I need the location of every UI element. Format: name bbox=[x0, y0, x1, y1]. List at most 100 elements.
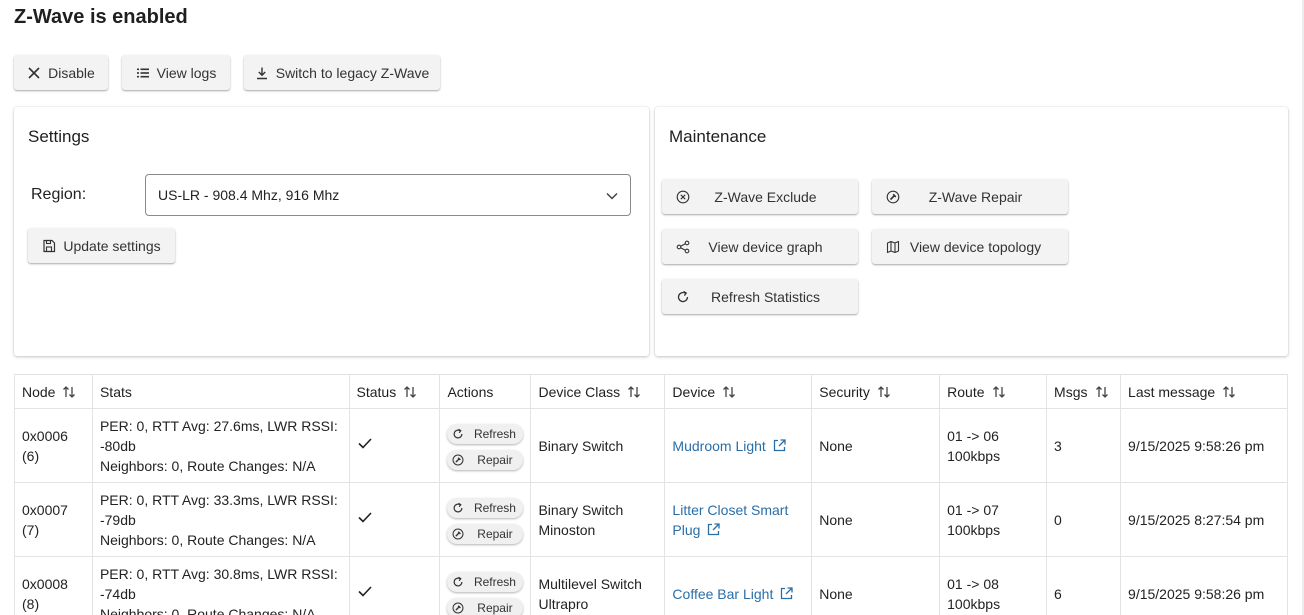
view-logs-button[interactable]: View logs bbox=[122, 55, 230, 90]
node-number: (8) bbox=[22, 595, 40, 612]
col-header-msgs[interactable]: Msgs bbox=[1046, 374, 1122, 409]
switch-legacy-button[interactable]: Switch to legacy Z-Wave bbox=[244, 55, 440, 90]
check-icon bbox=[357, 512, 372, 523]
sort-icon bbox=[877, 385, 890, 398]
route-cell: 01 -> 07 100kbps bbox=[939, 482, 1048, 557]
table-row: 0x0006 (6) PER: 0, RTT Avg: 27.6ms, LWR R… bbox=[14, 408, 1288, 483]
sort-icon bbox=[1223, 385, 1236, 398]
col-header-node-label: Node bbox=[22, 383, 56, 400]
stats-line-2: -79db bbox=[99, 511, 136, 528]
device-link[interactable]: Mudroom Light bbox=[672, 438, 786, 454]
device-name-line-2: Plug bbox=[672, 521, 701, 538]
sort-icon bbox=[628, 385, 641, 398]
repair-node-button[interactable]: Repair bbox=[447, 450, 524, 470]
device-class-cell: Binary Switch bbox=[530, 408, 666, 483]
device-name-line-1: Coffee Bar Light bbox=[672, 585, 774, 602]
close-icon bbox=[28, 66, 40, 79]
view-device-topology-button[interactable]: View device topology bbox=[872, 229, 1068, 264]
sort-icon bbox=[1095, 385, 1108, 398]
stats-line-3: Neighbors: 0, Route Changes: N/A bbox=[99, 605, 316, 615]
disable-button[interactable]: Disable bbox=[14, 55, 108, 90]
col-header-status[interactable]: Status bbox=[348, 374, 441, 409]
status-cell bbox=[348, 408, 441, 483]
security-cell: None bbox=[811, 556, 941, 615]
col-header-msgs-label: Msgs bbox=[1054, 383, 1088, 400]
col-header-security[interactable]: Security bbox=[811, 374, 941, 409]
msgs-cell: 0 bbox=[1046, 482, 1122, 557]
region-select[interactable]: US-LR - 908.4 Mhz, 916 Mhz bbox=[145, 174, 631, 216]
view-device-graph-button[interactable]: View device graph bbox=[662, 229, 858, 264]
region-value: US-LR - 908.4 Mhz, 916 Mhz bbox=[158, 187, 340, 203]
refresh-node-button[interactable]: Refresh bbox=[447, 572, 524, 592]
update-settings-button[interactable]: Update settings bbox=[28, 228, 175, 263]
device-cell: Coffee Bar Light bbox=[664, 556, 813, 615]
node-cell: 0x0007 (7) bbox=[14, 482, 93, 557]
device-link[interactable]: Litter Closet Smart Plug bbox=[672, 500, 804, 538]
zwave-exclude-label: Z-Wave Exclude bbox=[714, 188, 817, 205]
col-header-route[interactable]: Route bbox=[939, 374, 1048, 409]
list-icon bbox=[136, 68, 149, 77]
col-header-actions: Actions bbox=[439, 374, 532, 409]
device-cell: Litter Closet Smart Plug bbox=[664, 482, 813, 557]
stats-cell: PER: 0, RTT Avg: 30.8ms, LWR RSSI: -74db N… bbox=[91, 556, 350, 615]
status-cell bbox=[348, 482, 441, 557]
repair-icon bbox=[452, 528, 464, 540]
stats-line-1: PER: 0, RTT Avg: 33.3ms, LWR RSSI: bbox=[99, 491, 338, 508]
view-device-graph-label: View device graph bbox=[708, 238, 823, 255]
repair-node-button[interactable]: Repair bbox=[447, 598, 524, 615]
node-id: 0x0006 bbox=[22, 427, 68, 444]
share-icon bbox=[676, 240, 690, 253]
device-class-cell: Binary Switch Minoston bbox=[530, 482, 666, 557]
col-header-last-message[interactable]: Last message bbox=[1120, 374, 1288, 409]
zwave-exclude-button[interactable]: Z-Wave Exclude bbox=[662, 179, 858, 214]
device-class-line-1: Binary Switch bbox=[538, 501, 624, 518]
external-link-icon bbox=[773, 438, 786, 451]
col-header-stats: Stats bbox=[91, 374, 350, 409]
stats-line-3: Neighbors: 0, Route Changes: N/A bbox=[99, 457, 316, 474]
node-number: (6) bbox=[22, 447, 40, 464]
external-link-icon bbox=[708, 522, 721, 535]
refresh-node-label: Refresh bbox=[473, 501, 516, 515]
last-message-cell: 9/15/2025 8:27:54 pm bbox=[1120, 482, 1288, 557]
refresh-icon bbox=[454, 502, 463, 513]
security-cell: None bbox=[811, 408, 941, 483]
col-header-node[interactable]: Node bbox=[14, 374, 93, 409]
sort-icon bbox=[723, 385, 736, 398]
col-header-stats-label: Stats bbox=[99, 383, 132, 400]
route-cell: 01 -> 08 100kbps bbox=[939, 556, 1048, 615]
node-cell: 0x0008 (8) bbox=[14, 556, 93, 615]
repair-icon bbox=[452, 602, 464, 614]
col-header-device-class[interactable]: Device Class bbox=[530, 374, 666, 409]
refresh-node-button[interactable]: Refresh bbox=[447, 424, 524, 444]
sort-icon bbox=[404, 385, 417, 398]
refresh-statistics-button[interactable]: Refresh Statistics bbox=[662, 279, 858, 314]
actions-cell: Refresh Repair bbox=[439, 482, 532, 557]
route-speed: 100kbps bbox=[947, 447, 1001, 464]
col-header-device-label: Device bbox=[672, 383, 716, 400]
repair-icon bbox=[886, 190, 900, 203]
device-cell: Mudroom Light bbox=[664, 408, 813, 483]
maintenance-title: Maintenance bbox=[669, 127, 767, 146]
repair-node-label: Repair bbox=[477, 601, 513, 615]
route-speed: 100kbps bbox=[947, 595, 1001, 612]
repair-node-button[interactable]: Repair bbox=[447, 524, 524, 544]
device-name-line-1: Litter Closet Smart bbox=[672, 501, 789, 518]
update-settings-label: Update settings bbox=[63, 237, 161, 254]
stats-line-2: -74db bbox=[99, 585, 136, 602]
route-speed: 100kbps bbox=[947, 521, 1001, 538]
refresh-statistics-label: Refresh Statistics bbox=[711, 288, 820, 305]
stats-cell: PER: 0, RTT Avg: 33.3ms, LWR RSSI: -79db N… bbox=[91, 482, 350, 557]
refresh-icon bbox=[454, 576, 463, 587]
refresh-node-button[interactable]: Refresh bbox=[447, 498, 524, 518]
node-id: 0x0008 bbox=[22, 575, 68, 592]
stats-line-1: PER: 0, RTT Avg: 30.8ms, LWR RSSI: bbox=[99, 565, 338, 582]
chevron-down-icon bbox=[606, 192, 618, 200]
actions-cell: Refresh Repair bbox=[439, 556, 532, 615]
view-device-topology-label: View device topology bbox=[909, 238, 1042, 255]
device-link[interactable]: Coffee Bar Light bbox=[672, 586, 794, 602]
col-header-device[interactable]: Device bbox=[664, 374, 813, 409]
device-class-line-1: Multilevel Switch bbox=[538, 575, 642, 592]
view-logs-label: View logs bbox=[156, 64, 217, 81]
refresh-icon bbox=[677, 290, 689, 302]
zwave-repair-button[interactable]: Z-Wave Repair bbox=[872, 179, 1068, 214]
